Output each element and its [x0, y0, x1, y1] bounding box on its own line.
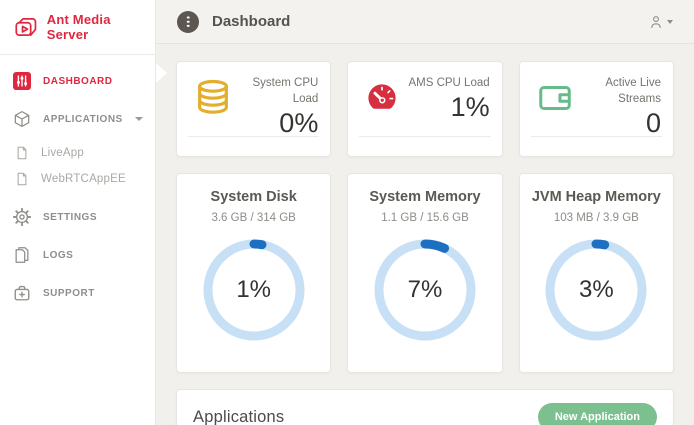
stat-label: Active Live Streams [575, 75, 661, 107]
divider [188, 136, 319, 137]
dashboard-content: System CPU Load 0% [156, 44, 694, 425]
stat-value: 1% [408, 92, 489, 123]
database-icon [192, 78, 234, 139]
sidebar-item-liveapp[interactable]: LiveApp [0, 140, 155, 166]
page-title: Dashboard [212, 13, 290, 30]
sidebar-item-label: SETTINGS [43, 212, 97, 223]
menu-toggle-button[interactable] [177, 11, 199, 33]
stat-value: 0 [575, 108, 661, 139]
file-icon [15, 172, 29, 186]
gauge-icon [363, 78, 401, 123]
sidebar-item-settings[interactable]: SETTINGS [0, 198, 155, 236]
gauge-card-system-memory: System Memory 1.1 GB / 15.6 GB 7% [347, 173, 502, 373]
sidebar-item-webrtcappee[interactable]: WebRTCAppEE [0, 166, 155, 192]
sidebar-item-label: SUPPORT [43, 288, 95, 299]
ant-media-logo-icon [13, 16, 39, 39]
topbar: Dashboard [156, 0, 694, 44]
stat-card-ams-cpu-load: AMS CPU Load 1% [347, 61, 502, 157]
chevron-down-icon [135, 117, 143, 121]
donut-percent-label: 1% [201, 237, 307, 343]
donut-chart: 1% [201, 237, 307, 343]
donut-percent-label: 3% [543, 237, 649, 343]
gauge-title: JVM Heap Memory [528, 189, 665, 205]
applications-section: Applications New Application [176, 389, 674, 425]
gauge-subtitle: 1.1 GB / 15.6 GB [356, 212, 493, 224]
sidebar-item-label: WebRTCAppEE [41, 173, 126, 185]
gauge-title: System Disk [185, 189, 322, 205]
sidebar-item-label: DASHBOARD [43, 76, 113, 87]
divider [531, 136, 662, 137]
stat-card-active-live-streams: Active Live Streams 0 [519, 61, 674, 157]
applications-title: Applications [193, 408, 284, 425]
gauge-subtitle: 103 MB / 3.9 GB [528, 212, 665, 224]
sidebar-item-label: LiveApp [41, 147, 84, 159]
sidebar-item-logs[interactable]: LOGS [0, 236, 155, 274]
file-icon [15, 146, 29, 160]
sidebar-item-dashboard[interactable]: DASHBOARD [0, 62, 155, 100]
ant-media-server-app: Ant Media Server DASHBOARD [0, 0, 694, 425]
cube-icon [13, 110, 31, 128]
gauge-title: System Memory [356, 189, 493, 205]
active-item-arrow [156, 63, 167, 83]
sidebar-item-label: LOGS [43, 250, 73, 261]
logs-icon [13, 246, 31, 264]
applications-submenu: LiveApp WebRTCAppEE [0, 138, 155, 198]
chevron-down-icon [667, 20, 673, 24]
gauge-subtitle: 3.6 GB / 314 GB [185, 212, 322, 224]
stat-label: AMS CPU Load [408, 75, 489, 91]
donut-chart: 3% [543, 237, 649, 343]
donut-chart: 7% [372, 237, 478, 343]
stat-card-system-cpu-load: System CPU Load 0% [176, 61, 331, 157]
sidebar-item-support[interactable]: SUPPORT [0, 274, 155, 312]
user-menu-button[interactable] [648, 14, 673, 30]
stat-value: 0% [234, 108, 318, 139]
logo[interactable]: Ant Media Server [0, 0, 155, 55]
new-application-button[interactable]: New Application [538, 403, 657, 425]
gauge-card-system-disk: System Disk 3.6 GB / 314 GB 1% [176, 173, 331, 373]
wallet-icon [535, 78, 575, 139]
sliders-icon [13, 72, 31, 90]
gear-icon [13, 208, 31, 226]
first-aid-icon [13, 284, 31, 302]
sidebar-item-applications[interactable]: APPLICATIONS [0, 100, 155, 138]
logo-text: Ant Media Server [47, 12, 155, 42]
sidebar: Ant Media Server DASHBOARD [0, 0, 156, 425]
person-icon [648, 14, 664, 30]
gauge-card-jvm-heap-memory: JVM Heap Memory 103 MB / 3.9 GB 3% [519, 173, 674, 373]
sidebar-item-label: APPLICATIONS [43, 114, 123, 125]
donut-percent-label: 7% [372, 237, 478, 343]
kebab-dots-icon [187, 20, 190, 23]
cards-grid: System CPU Load 0% [176, 61, 674, 373]
sidebar-nav: DASHBOARD APPLICATIONS LiveApp [0, 55, 155, 312]
stat-label: System CPU Load [234, 75, 318, 107]
divider [359, 136, 490, 137]
main-area: Dashboard [156, 0, 694, 425]
